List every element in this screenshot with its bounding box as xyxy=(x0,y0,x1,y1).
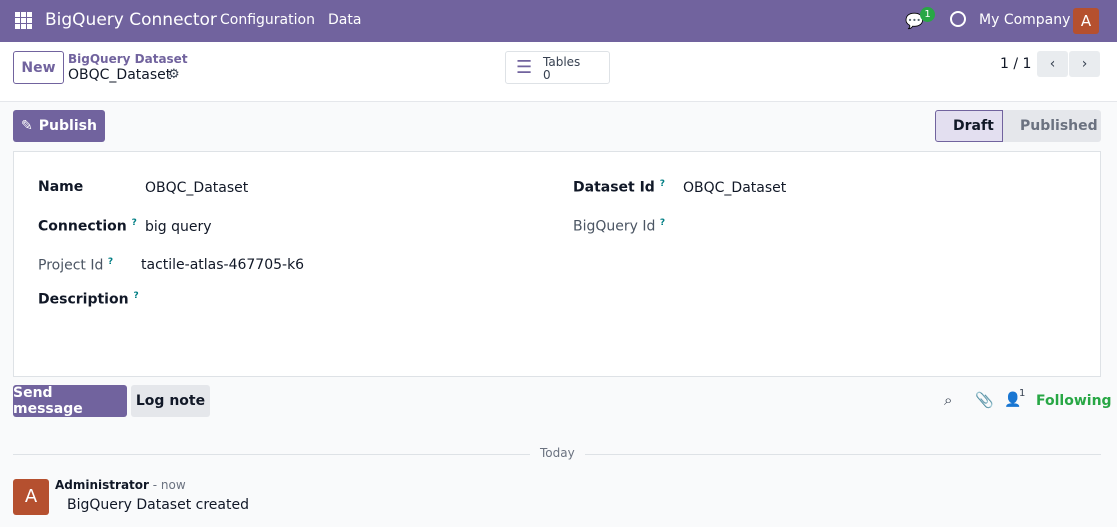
edit-icon: ✎ xyxy=(21,118,33,134)
dataset-label-text: Dataset Id xyxy=(573,179,655,196)
help-icon[interactable]: ? xyxy=(660,179,665,189)
breadcrumb-parent[interactable]: BigQuery Dataset xyxy=(68,52,188,66)
name-label: Name xyxy=(38,179,84,195)
date-separator: Today xyxy=(530,446,585,460)
company-switcher[interactable]: My Company xyxy=(979,12,1070,28)
following-button[interactable]: Following xyxy=(1036,393,1112,409)
tables-count: 0 xyxy=(543,68,551,82)
name-field[interactable]: OBQC_Dataset xyxy=(145,180,248,196)
help-icon[interactable]: ? xyxy=(660,218,665,228)
menu-configuration[interactable]: Configuration xyxy=(220,12,315,28)
gear-icon[interactable]: ⚙ xyxy=(168,67,180,82)
help-icon[interactable]: ? xyxy=(132,218,137,228)
apps-menu-icon[interactable] xyxy=(15,12,32,29)
description-label-text: Description xyxy=(38,291,129,308)
app-name[interactable]: BigQuery Connector xyxy=(45,10,217,30)
bigquery-id-label: BigQuery Id ? xyxy=(573,218,665,235)
description-label: Description ? xyxy=(38,291,139,308)
list-icon: ☰ xyxy=(516,57,533,78)
dataset-label: Dataset Id ? xyxy=(573,179,665,196)
messages-badge: 1 xyxy=(920,7,935,22)
status-published[interactable]: Published xyxy=(1003,110,1101,142)
activity-clock-icon[interactable] xyxy=(950,11,966,27)
message-time: - now xyxy=(152,478,186,492)
project-label: Project Id ? xyxy=(38,257,113,274)
publish-button[interactable]: ✎ Publish xyxy=(13,110,105,142)
dataset-field[interactable]: OBQC_Dataset xyxy=(683,180,786,196)
status-draft[interactable]: Draft xyxy=(935,110,1003,142)
message-body: BigQuery Dataset created xyxy=(67,497,249,513)
help-icon[interactable]: ? xyxy=(108,257,113,267)
search-icon[interactable]: ⌕ xyxy=(944,391,952,409)
publish-label: Publish xyxy=(38,118,97,134)
new-button[interactable]: New xyxy=(13,51,64,84)
message-header: Administrator - now xyxy=(55,478,186,492)
send-message-button[interactable]: Send message xyxy=(13,385,127,417)
followers-count: 1 xyxy=(1019,388,1026,399)
connection-field[interactable]: big query xyxy=(145,219,212,235)
pager-next-button[interactable]: › xyxy=(1069,51,1100,77)
paperclip-icon[interactable]: 📎 xyxy=(975,391,994,409)
form-sheet: Name OBQC_Dataset Connection ? big query… xyxy=(13,151,1101,377)
control-panel: New BigQuery Dataset OBQC_Dataset ⚙ ☰ Ta… xyxy=(0,42,1117,102)
pager-value[interactable]: 1 / 1 xyxy=(1000,56,1031,72)
connection-label: Connection ? xyxy=(38,218,137,235)
top-navbar: BigQuery Connector Configuration Data 💬 … xyxy=(0,0,1117,42)
project-label-text: Project Id xyxy=(38,257,104,274)
message-author[interactable]: Administrator xyxy=(55,478,149,492)
bigquery-id-label-text: BigQuery Id xyxy=(573,218,656,235)
record-name: OBQC_Dataset xyxy=(68,67,172,83)
project-field[interactable]: tactile-atlas-467705-k6 xyxy=(141,257,304,273)
pager-prev-button[interactable]: ‹ xyxy=(1037,51,1068,77)
user-avatar[interactable]: A xyxy=(1073,8,1099,34)
tables-smart-button[interactable]: ☰ Tables 0 xyxy=(505,51,610,84)
tables-label: Tables xyxy=(543,55,581,69)
menu-data[interactable]: Data xyxy=(328,12,361,28)
message-avatar[interactable]: A xyxy=(13,479,49,515)
log-note-button[interactable]: Log note xyxy=(131,385,210,417)
help-icon[interactable]: ? xyxy=(133,291,138,301)
connection-label-text: Connection xyxy=(38,218,127,235)
